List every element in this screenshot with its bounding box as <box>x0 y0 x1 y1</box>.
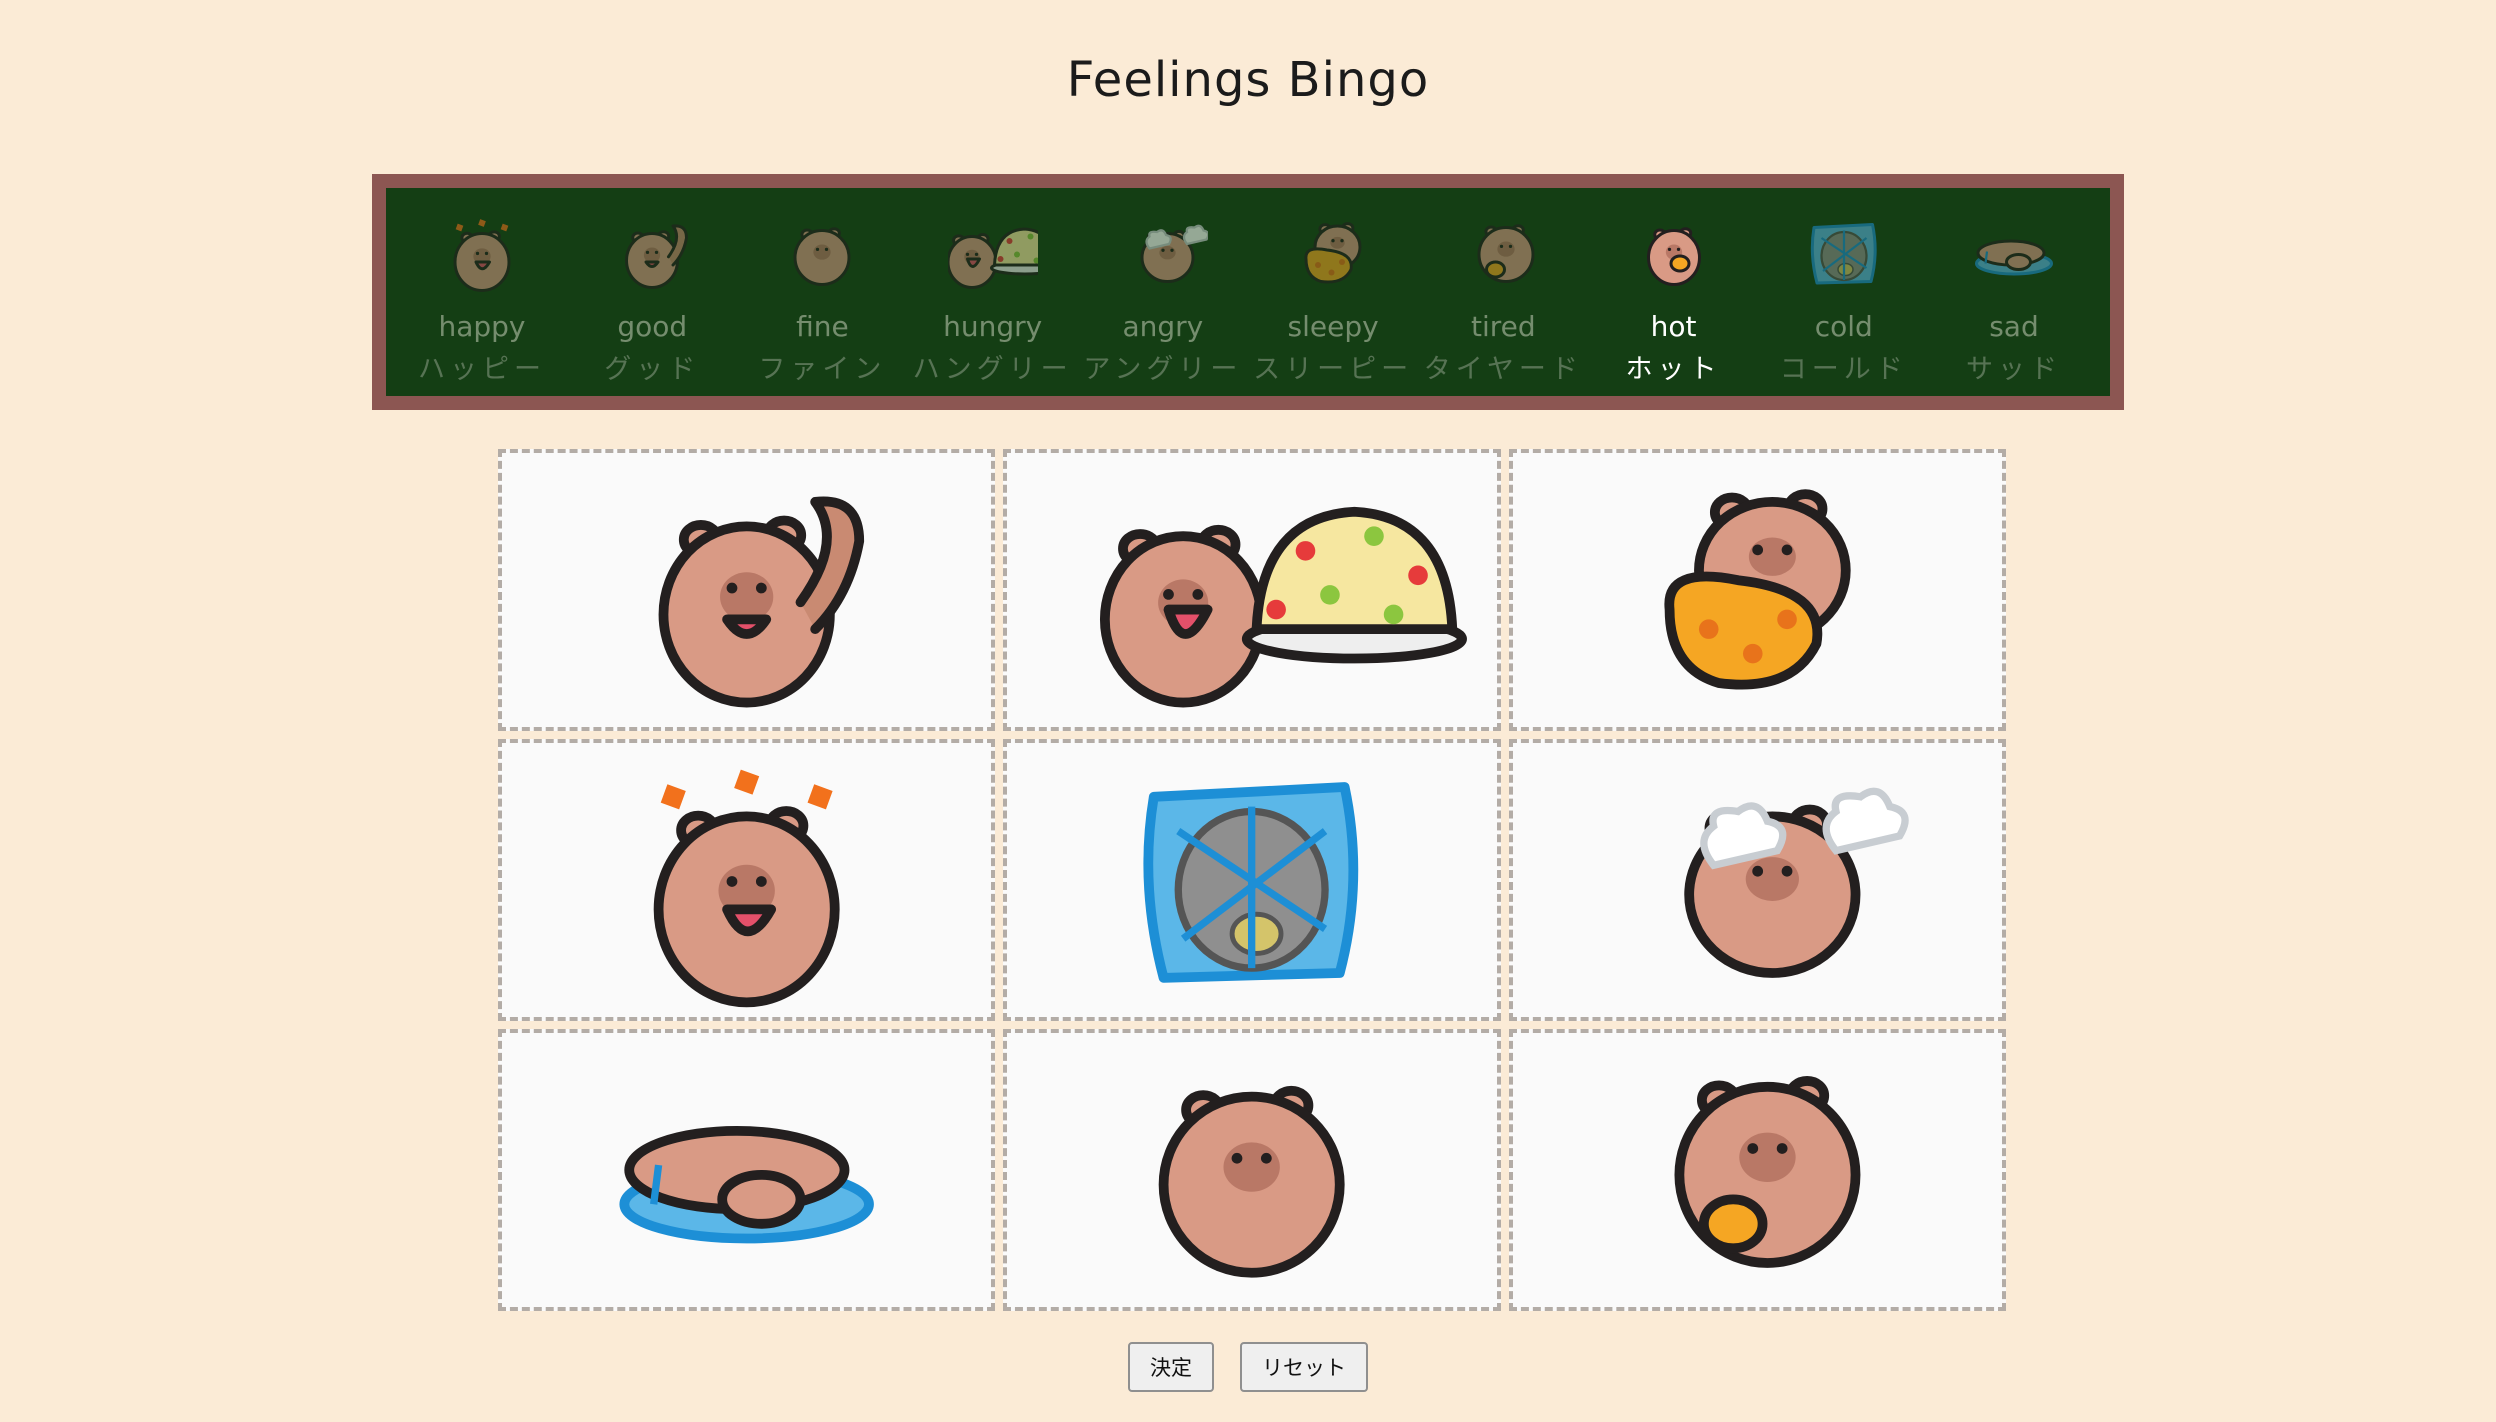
decide-button[interactable]: 決定 <box>1128 1342 1214 1392</box>
feeling-label-en: cold <box>1814 310 1873 343</box>
feeling-hungry[interactable]: hungry ハングリー <box>909 188 1077 396</box>
feeling-label-en: good <box>617 310 688 343</box>
feeling-label-ja: タイヤード <box>1423 354 1583 385</box>
feeling-label-ja: ホット <box>1625 354 1722 385</box>
feeling-label-ja: コールド <box>1779 354 1908 385</box>
feelings-board: happy ハッピー good グッド fine ファイン hungry ハング… <box>372 174 2124 410</box>
bingo-cell[interactable] <box>498 739 996 1021</box>
bingo-cell[interactable] <box>1508 1029 2006 1311</box>
button-bar: 決定 リセット <box>0 1342 2496 1392</box>
feeling-sleepy[interactable]: sleepy スリーピー <box>1249 188 1417 396</box>
reset-button[interactable]: リセット <box>1240 1342 1368 1392</box>
capybara-sad-icon <box>1974 239 2053 276</box>
feeling-label-en: angry <box>1122 310 1204 343</box>
feeling-good[interactable]: good グッド <box>568 188 736 396</box>
feeling-label-ja: スリーピー <box>1253 354 1414 385</box>
feeling-label-en: happy <box>438 310 526 343</box>
bingo-cell[interactable] <box>498 1029 996 1311</box>
capybara-happy-icon <box>453 219 511 292</box>
capybara-good-icon <box>658 496 865 708</box>
capybara-fine-icon <box>1159 1085 1345 1278</box>
feeling-label-en: fine <box>796 310 849 343</box>
bingo-cell[interactable] <box>498 449 996 731</box>
capybara-hungry-icon <box>947 227 1038 289</box>
feeling-hot[interactable]: hot ホット <box>1590 188 1758 396</box>
bingo-cell[interactable] <box>1003 1029 1501 1311</box>
bingo-cell[interactable] <box>1003 739 1501 1021</box>
capybara-hungry-icon <box>1100 506 1468 708</box>
feeling-fine[interactable]: fine ファイン <box>738 188 906 396</box>
bingo-grid <box>498 449 2006 1311</box>
capybara-tired-icon <box>1674 1076 1861 1268</box>
feeling-label-ja: ハングリー <box>912 354 1073 385</box>
feeling-cold[interactable]: cold コールド <box>1760 188 1928 396</box>
capybara-cold-icon <box>1810 223 1877 285</box>
page-title: Feelings Bingo <box>1066 52 1430 108</box>
capybara-tired-icon <box>1477 224 1535 283</box>
feeling-label-ja: サッド <box>1965 354 2062 385</box>
feeling-happy[interactable]: happy ハッピー <box>398 188 566 396</box>
capybara-happy-icon <box>653 769 840 1008</box>
feeling-label-ja: アングリー <box>1083 354 1243 385</box>
feeling-label-en: hungry <box>943 310 1043 343</box>
bingo-cell[interactable] <box>1508 449 2006 731</box>
capybara-cold-icon <box>1143 782 1359 983</box>
feeling-label-ja: ハッピー <box>418 354 546 385</box>
feeling-angry[interactable]: angry アングリー <box>1079 188 1247 396</box>
capybara-fine-icon <box>793 227 851 286</box>
feeling-label-en: tired <box>1470 310 1536 343</box>
feeling-label-ja: ファイン <box>758 354 887 385</box>
feeling-label-en: hot <box>1650 310 1697 343</box>
capybara-angry-icon <box>1140 224 1208 283</box>
feeling-tired[interactable]: tired タイヤード <box>1419 188 1587 396</box>
capybara-sleepy-icon <box>1664 489 1851 690</box>
capybara-angry-icon <box>1683 787 1909 978</box>
capybara-sleepy-icon <box>1304 222 1362 284</box>
bingo-cell[interactable] <box>1003 449 1501 731</box>
capybara-good-icon <box>625 224 689 289</box>
feeling-sad[interactable]: sad サッド <box>1930 188 2098 396</box>
bingo-cell[interactable] <box>1508 739 2006 1021</box>
capybara-hot-icon <box>1646 227 1701 286</box>
feeling-label-ja: グッド <box>604 354 701 385</box>
feeling-label-en: sad <box>1989 310 2039 343</box>
feeling-label-en: sleepy <box>1287 310 1379 343</box>
capybara-sad-icon <box>619 1125 874 1244</box>
